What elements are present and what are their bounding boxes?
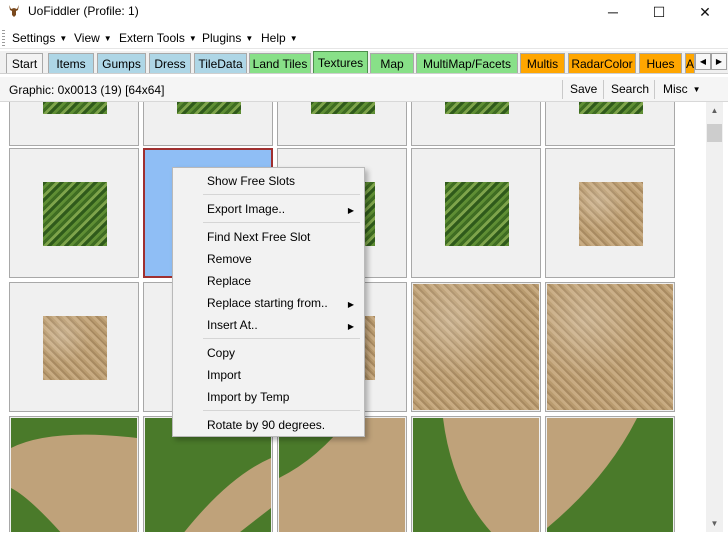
menu-import[interactable]: Import (207, 368, 241, 382)
tab-start[interactable]: Start (6, 53, 43, 73)
scrollbar-thumb[interactable] (707, 124, 722, 142)
toolbar-separator (654, 80, 655, 99)
menu-export-image[interactable]: Export Image.. (207, 202, 357, 216)
texture-thumbnail (311, 102, 375, 114)
menu-extern-tools[interactable]: Extern Tools ▼ (119, 31, 197, 45)
tab-strip: Start Items Gumps Dress TileData Land Ti… (0, 51, 728, 74)
texture-cell[interactable] (411, 102, 541, 146)
vertical-scrollbar[interactable]: ▲ ▼ (706, 102, 723, 532)
tab-multis[interactable]: Multis (520, 53, 565, 73)
menu-grip (2, 30, 5, 46)
tab-hues[interactable]: Hues (639, 53, 682, 73)
texture-cell[interactable] (411, 416, 541, 532)
scroll-down-icon[interactable]: ▼ (706, 515, 723, 532)
texture-cell[interactable] (9, 148, 139, 278)
toolbar: Graphic: 0x0013 (19) [64x64] Save Search… (0, 77, 728, 102)
tab-gumps[interactable]: Gumps (97, 53, 146, 73)
texture-thumbnail (445, 102, 509, 114)
texture-thumbnail (177, 102, 241, 114)
menu-replace[interactable]: Replace (207, 274, 251, 288)
chevron-down-icon: ▼ (103, 34, 112, 43)
tab-tiledata[interactable]: TileData (194, 53, 247, 73)
menu-separator (203, 338, 360, 339)
texture-thumbnail (11, 418, 137, 532)
menu-help[interactable]: Help ▼ (261, 31, 298, 45)
chevron-down-icon: ▼ (59, 34, 68, 43)
misc-dropdown[interactable]: Misc ▼ (663, 82, 701, 96)
texture-thumbnail (43, 102, 107, 114)
chevron-down-icon: ▼ (692, 85, 701, 94)
tab-partial[interactable]: A (685, 53, 695, 73)
texture-cell[interactable] (545, 102, 675, 146)
texture-cell[interactable] (277, 102, 407, 146)
menu-view[interactable]: View ▼ (74, 31, 112, 45)
submenu-arrow-icon: ▶ (347, 206, 354, 215)
menu-find-next-free-slot[interactable]: Find Next Free Slot (207, 230, 310, 244)
texture-cell[interactable] (545, 282, 675, 412)
texture-cell[interactable] (545, 416, 675, 532)
menu-import-by-temp[interactable]: Import by Temp (207, 390, 289, 404)
window-title: UoFiddler (Profile: 1) (28, 4, 139, 18)
title-bar: UoFiddler (Profile: 1) ─ ☐ ✕ (0, 0, 728, 24)
menu-bar: Settings ▼ View ▼ Extern Tools ▼ Plugins ▼ H… (0, 27, 728, 49)
menu-insert-at[interactable]: Insert At.. (207, 318, 258, 332)
chevron-down-icon: ▼ (188, 34, 197, 43)
tab-land-tiles[interactable]: Land Tiles (249, 53, 311, 73)
graphic-info-label: Graphic: 0x0013 (19) [64x64] (9, 83, 165, 97)
texture-thumbnail (413, 418, 539, 532)
menu-remove[interactable]: Remove (207, 252, 252, 266)
menu-replace-starting-from[interactable]: Replace starting from.. (207, 296, 328, 310)
texture-thumbnail (547, 284, 673, 410)
texture-cell[interactable] (9, 282, 139, 412)
texture-cell[interactable] (143, 102, 273, 146)
submenu-arrow-icon: ▶ (347, 322, 354, 331)
tab-map[interactable]: Map (370, 53, 414, 73)
texture-thumbnail (413, 284, 539, 410)
texture-thumbnail (579, 102, 643, 114)
texture-cell[interactable] (411, 148, 541, 278)
save-button[interactable]: Save (570, 82, 597, 96)
menu-copy[interactable]: Copy (207, 346, 235, 360)
deer-head-icon (9, 5, 19, 17)
scroll-up-icon[interactable]: ▲ (706, 102, 723, 119)
menu-separator (203, 222, 360, 223)
texture-cell[interactable] (9, 102, 139, 146)
triangle-left-icon[interactable]: ◀ (695, 53, 711, 70)
tab-items[interactable]: Items (48, 53, 94, 73)
texture-thumbnail (43, 182, 107, 246)
menu-show-free-slots[interactable]: Show Free Slots (207, 174, 295, 188)
menu-rotate-90[interactable]: Rotate by 90 degrees. (207, 418, 325, 432)
close-button[interactable]: ✕ (682, 0, 728, 24)
texture-cell[interactable] (411, 282, 541, 412)
texture-cell[interactable] (545, 148, 675, 278)
maximize-button[interactable]: ☐ (636, 0, 682, 24)
menu-separator (203, 410, 360, 411)
search-button[interactable]: Search (611, 82, 649, 96)
tab-multimap-facets[interactable]: MultiMap/Facets (416, 53, 518, 73)
triangle-right-icon[interactable]: ▶ (711, 53, 727, 70)
texture-thumbnail (547, 418, 673, 532)
context-menu: Show Free Slots Export Image.. ▶ Find Ne… (172, 167, 365, 437)
menu-plugins[interactable]: Plugins ▼ (202, 31, 253, 45)
minimize-button[interactable]: ─ (590, 0, 636, 24)
texture-thumbnail (579, 182, 643, 246)
chevron-down-icon: ▼ (245, 34, 254, 43)
texture-thumbnail (43, 316, 107, 380)
menu-settings[interactable]: Settings ▼ (12, 31, 67, 45)
chevron-down-icon: ▼ (289, 34, 298, 43)
menu-separator (203, 194, 360, 195)
texture-thumbnail (445, 182, 509, 246)
submenu-arrow-icon: ▶ (347, 300, 354, 309)
tab-textures[interactable]: Textures (313, 51, 368, 73)
toolbar-separator (603, 80, 604, 99)
texture-cell[interactable] (9, 416, 139, 532)
tab-radarcolor[interactable]: RadarColor (568, 53, 636, 73)
toolbar-separator (562, 80, 563, 99)
tab-dress[interactable]: Dress (149, 53, 191, 73)
